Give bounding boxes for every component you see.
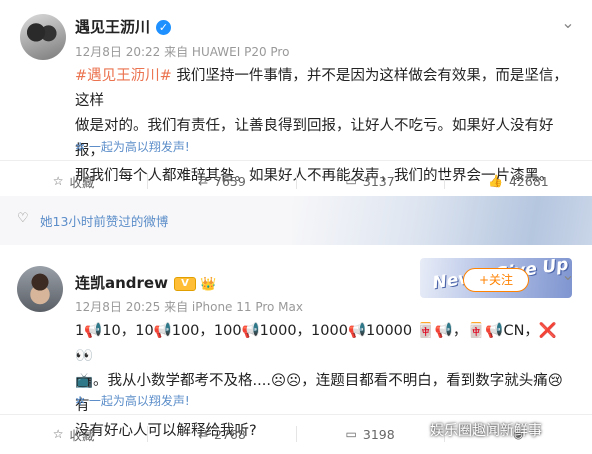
post-meta: 12月8日 20:22 来自 HUAWEI P20 Pro xyxy=(75,45,290,59)
sparkle-icon: ✲ xyxy=(75,140,86,154)
heart-icon: ♡ xyxy=(17,211,29,226)
author-name[interactable]: 连凯andrew xyxy=(75,274,168,292)
comment-icon: ▭ xyxy=(345,427,357,441)
chevron-down-icon[interactable]: ⌄ xyxy=(559,266,577,284)
weibo-post-1: 遇见王沥川 ✓ ⌄ 12月8日 20:22 来自 HUAWEI P20 Pro #… xyxy=(0,0,592,196)
comment-icon: ▭ xyxy=(345,174,357,188)
like-button[interactable]: 👍 42681 xyxy=(445,161,592,201)
repost-button[interactable]: ⇄ 2768 xyxy=(148,414,295,454)
author-name-row: 连凯andrew V 👑 xyxy=(75,272,216,293)
comment-button[interactable]: ▭ 3137 xyxy=(297,161,444,201)
repost-icon: ⇄ xyxy=(197,174,208,188)
crown-icon: 👑 xyxy=(199,277,217,292)
follow-button[interactable]: +关注 xyxy=(463,268,529,292)
action-bar: ☆ 收藏 ⇄ 7659 ▭ 3137 👍 42681 xyxy=(0,161,592,201)
sparkle-icon: ✲ xyxy=(75,394,86,408)
author-avatar[interactable] xyxy=(20,14,66,60)
comment-button[interactable]: ▭ 3198 xyxy=(297,414,444,454)
author-name[interactable]: 遇见王沥川 xyxy=(75,18,150,36)
vip-badge-icon: V xyxy=(173,276,196,291)
liked-by-band: ♡ 她13小时前赞过的微博 xyxy=(0,196,592,245)
post-meta: 12月8日 20:25 来自 iPhone 11 Pro Max xyxy=(75,300,303,314)
collect-button[interactable]: ☆ 收藏 xyxy=(0,414,147,454)
star-icon: ☆ xyxy=(52,427,64,441)
author-avatar[interactable] xyxy=(17,266,63,312)
verified-icon: ✓ xyxy=(156,20,172,35)
repost-icon: ⇄ xyxy=(197,427,208,441)
source-link[interactable]: ✲ 一起为高以翔发声! xyxy=(75,138,190,155)
collect-button[interactable]: ☆ 收藏 xyxy=(0,161,147,201)
liked-by-text[interactable]: 她13小时前赞过的微博 xyxy=(40,211,168,230)
author-name-row: 遇见王沥川 ✓ xyxy=(75,16,172,37)
chevron-down-icon[interactable]: ⌄ xyxy=(559,14,577,32)
hashtag-link[interactable]: #遇见王沥川# xyxy=(75,68,172,84)
thumbs-up-icon: 👍 xyxy=(488,174,503,188)
source-link[interactable]: ✲ 一起为高以翔发声! xyxy=(75,392,190,409)
repost-button[interactable]: ⇄ 7659 xyxy=(148,161,295,201)
watermark: 娱乐圈趣闻新鲜事 xyxy=(430,423,542,439)
band-background xyxy=(292,196,592,245)
star-icon: ☆ xyxy=(52,174,64,188)
